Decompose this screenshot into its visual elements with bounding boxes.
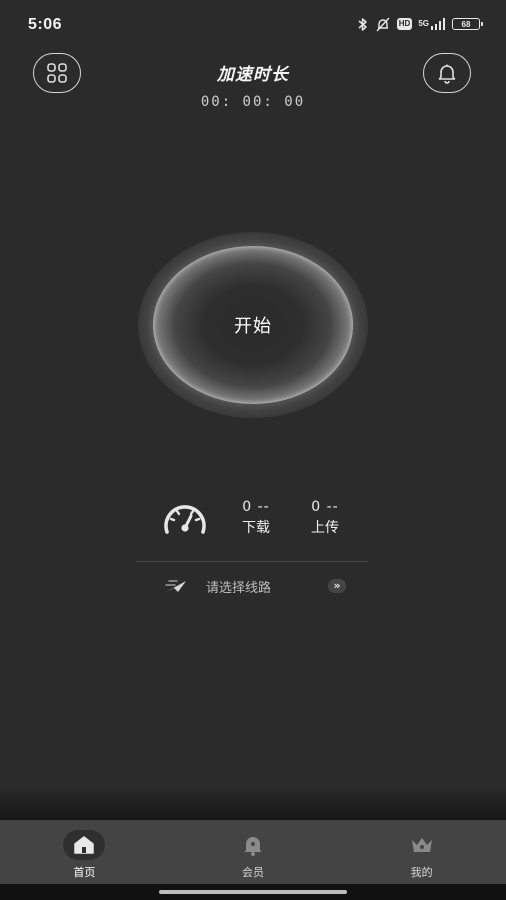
bluetooth-icon (357, 16, 369, 32)
bell-icon (438, 64, 456, 84)
bell-badge-icon (232, 830, 274, 860)
notification-button[interactable] (423, 53, 471, 93)
home-indicator[interactable] (159, 890, 347, 894)
tab-mine-label: 我的 (410, 866, 433, 879)
upload-stat: 0 -- 上传 (303, 498, 347, 538)
download-stat: 0 -- 下载 (234, 498, 278, 538)
home-icon (63, 830, 106, 860)
bottom-fade (0, 786, 506, 820)
speedometer-icon (164, 505, 206, 534)
divider (136, 561, 368, 562)
upload-value: 0 -- (311, 499, 339, 515)
route-selector[interactable]: 请选择线路 » (164, 572, 346, 600)
status-time: 5:06 (28, 16, 63, 33)
status-icons: HD 5G 68 (357, 16, 483, 32)
tab-home[interactable]: 首页 (0, 820, 169, 884)
route-placeholder: 请选择线路 (206, 580, 272, 596)
silent-bell-icon (375, 16, 391, 32)
battery-icon: 68 (452, 16, 483, 32)
hd-icon: HD (396, 18, 413, 30)
plane-icon (164, 576, 188, 596)
double-chevron-icon: » (328, 579, 346, 593)
boost-timer: 00: 00: 00 (200, 94, 306, 110)
signal-icon: 5G (418, 16, 446, 32)
download-value: 0 -- (242, 499, 270, 515)
tab-member[interactable]: 会员 (169, 820, 338, 884)
gesture-area (0, 884, 506, 900)
app-screen: 5:06 HD 5G 68 加速时长 00: 00: 00 开始 0 -- 下载… (0, 0, 506, 900)
start-button[interactable]: 开始 (153, 246, 353, 404)
upload-label: 上传 (311, 520, 339, 536)
status-bar: 5:06 HD 5G 68 (0, 0, 506, 52)
tab-member-label: 会员 (242, 866, 264, 879)
tab-home-label: 首页 (73, 866, 96, 879)
tab-bar: 首页 会员 我的 (0, 820, 506, 884)
crown-icon (401, 830, 443, 860)
tab-mine[interactable]: 我的 (337, 820, 506, 884)
download-label: 下载 (242, 520, 270, 536)
start-label: 开始 (234, 316, 272, 337)
